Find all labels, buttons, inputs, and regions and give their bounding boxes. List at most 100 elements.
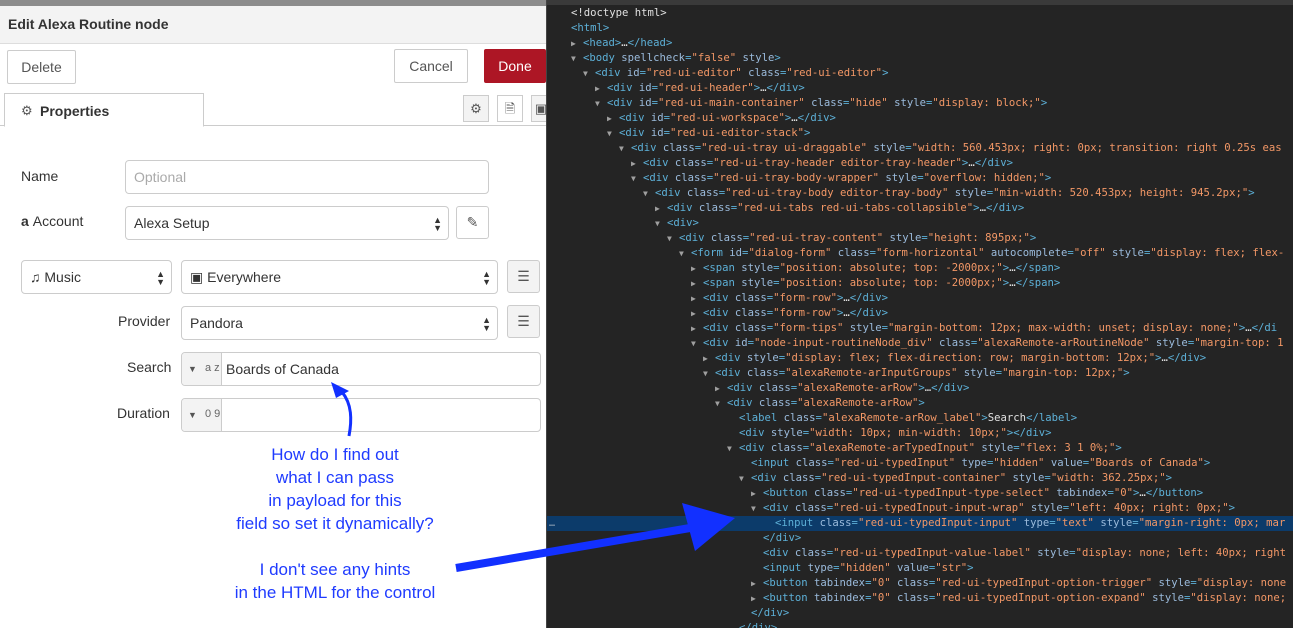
ellipsis-icon[interactable]: … [549, 516, 555, 531]
dom-node-row[interactable]: <input class="red-ui-typedInput" type="h… [547, 456, 1293, 471]
expand-triangle-icon[interactable]: ▶ [691, 321, 703, 336]
dom-node-row[interactable]: ▼ <div class="red-ui-typedInput-container… [547, 471, 1293, 486]
expand-triangle-icon[interactable]: ▶ [751, 486, 763, 501]
device-list-button[interactable]: ☰ [507, 260, 540, 293]
dom-node-row[interactable]: <input type="hidden" value="str"> [547, 561, 1293, 576]
dom-node-row[interactable]: </div> [547, 531, 1293, 546]
expand-triangle-icon[interactable]: ▶ [571, 36, 583, 51]
collapse-triangle-icon[interactable]: ▼ [703, 366, 715, 381]
dom-token: <div [739, 427, 771, 439]
dom-node-row[interactable]: ▼ <form id="dialog-form" class="form-hori… [547, 246, 1293, 261]
collapse-triangle-icon[interactable]: ▼ [631, 171, 643, 186]
collapse-triangle-icon[interactable]: ▼ [691, 336, 703, 351]
cancel-button[interactable]: Cancel [394, 49, 468, 83]
dom-node-row[interactable]: ▶ <div id="red-ui-workspace">…</div> [547, 111, 1293, 126]
collapse-triangle-icon[interactable]: ▼ [727, 441, 739, 456]
search-typed-input[interactable]: ▼ a z Boards of Canada [181, 352, 541, 386]
dom-node-row[interactable]: ▼ <div class="red-ui-tray ui-draggable" s… [547, 141, 1293, 156]
music-type-select[interactable]: ♫ Music ▲ ▼ [21, 260, 172, 294]
dom-node-row[interactable]: ▼ <div class="alexaRemote-arRow"> [547, 396, 1293, 411]
dom-node-row[interactable]: ▶ <div class="red-ui-tray-header editor-t… [547, 156, 1293, 171]
expand-triangle-icon[interactable]: ▶ [691, 306, 703, 321]
duration-typed-input[interactable]: ▼ 0 9 [181, 398, 541, 432]
dom-node-row[interactable]: ▶ <div class="red-ui-tabs red-ui-tabs-col… [547, 201, 1293, 216]
dom-node-row[interactable]: ▶ <span style="position: absolute; top: -… [547, 276, 1293, 291]
dom-node-row[interactable]: <html> [547, 21, 1293, 36]
provider-list-button[interactable]: ☰ [507, 305, 540, 338]
collapse-triangle-icon[interactable]: ▼ [595, 96, 607, 111]
dom-node-row[interactable]: ▶ <head>…</head> [547, 36, 1293, 51]
dom-node-row[interactable]: ▼ <div> [547, 216, 1293, 231]
collapse-triangle-icon[interactable]: ▼ [739, 471, 751, 486]
collapse-triangle-icon[interactable]: ▼ [715, 396, 727, 411]
device-select[interactable]: ▣ Everywhere ▲ ▼ [181, 260, 498, 294]
appearance-tab-icon-button[interactable]: ▣ [531, 95, 546, 122]
expand-triangle-icon[interactable]: ▶ [595, 81, 607, 96]
duration-type-select[interactable]: ▼ 0 9 [182, 399, 222, 431]
collapse-triangle-icon[interactable]: ▼ [619, 141, 631, 156]
settings-tab-icon-button[interactable]: ⚙ [463, 95, 489, 122]
dom-node-row[interactable]: <!doctype html> [547, 6, 1293, 21]
done-button[interactable]: Done [484, 49, 546, 83]
expand-triangle-icon[interactable]: ▶ [691, 276, 703, 291]
delete-button[interactable]: Delete [7, 50, 76, 84]
dom-node-row[interactable]: <div style="width: 10px; min-width: 10px… [547, 426, 1293, 441]
collapse-triangle-icon[interactable]: ▼ [751, 501, 763, 516]
collapse-triangle-icon[interactable]: ▼ [655, 216, 667, 231]
dom-node-row[interactable]: </div> [547, 606, 1293, 621]
annotation-note-line: I don't see any hints [259, 560, 411, 579]
dom-node-row[interactable]: ▼ <div class="red-ui-tray-content" style=… [547, 231, 1293, 246]
expand-triangle-icon[interactable]: ▶ [607, 111, 619, 126]
expand-triangle-icon[interactable]: ▶ [655, 201, 667, 216]
tab-properties[interactable]: ⚙ Properties [4, 93, 204, 127]
dom-node-row[interactable]: ▶ <div class="form-tips" style="margin-bo… [547, 321, 1293, 336]
dom-node-row[interactable]: ▶ <div class="form-row">…</div> [547, 306, 1293, 321]
account-select[interactable]: Alexa Setup ▲ ▼ [125, 206, 449, 240]
expand-triangle-icon[interactable]: ▶ [631, 156, 643, 171]
dom-node-row[interactable]: ▼ <div class="red-ui-typedInput-input-wra… [547, 501, 1293, 516]
dom-node-row[interactable]: ▶ <div id="red-ui-header">…</div> [547, 81, 1293, 96]
dom-node-row[interactable]: ▶ <button tabindex="0" class="red-ui-type… [547, 576, 1293, 591]
collapse-triangle-icon[interactable]: ▼ [571, 51, 583, 66]
annotation-question-line: How do I find out [271, 445, 399, 464]
collapse-triangle-icon[interactable]: ▼ [643, 186, 655, 201]
dom-node-row-selected[interactable]: … <input class="red-ui-typedInput-input"… [547, 516, 1293, 531]
expand-triangle-icon[interactable]: ▶ [751, 591, 763, 606]
search-type-select[interactable]: ▼ a z [182, 353, 222, 385]
collapse-triangle-icon[interactable]: ▼ [583, 66, 595, 81]
expand-triangle-icon[interactable]: ▶ [715, 381, 727, 396]
dom-token: style [741, 262, 774, 274]
dom-node-row[interactable]: <label class="alexaRemote-arRow_label">S… [547, 411, 1293, 426]
dom-node-row[interactable]: ▶ <div class="alexaRemote-arRow">…</div> [547, 381, 1293, 396]
dom-node-row[interactable]: <div class="red-ui-typedInput-value-labe… [547, 546, 1293, 561]
dom-node-row[interactable]: ▼ <div id="red-ui-editor" class="red-ui-e… [547, 66, 1293, 81]
edit-account-button[interactable]: ✎ [456, 206, 489, 239]
dom-token: </div> [985, 202, 1025, 214]
description-tab-icon-button[interactable]: 🗎 [497, 95, 523, 122]
dom-node-row[interactable]: ▶ <div class="form-row">…</div> [547, 291, 1293, 306]
dom-node-row[interactable]: ▶ <span style="position: absolute; top: -… [547, 261, 1293, 276]
dom-node-row[interactable]: ▼ <div id="red-ui-main-container" class="… [547, 96, 1293, 111]
expand-triangle-icon[interactable]: ▶ [751, 576, 763, 591]
dom-node-row[interactable]: ▶ <button tabindex="0" class="red-ui-type… [547, 591, 1293, 606]
collapse-triangle-icon[interactable]: ▼ [667, 231, 679, 246]
dom-node-row[interactable]: ▼ <body spellcheck="false" style> [547, 51, 1293, 66]
dom-node-row[interactable]: ▼ <div class="alexaRemote-arTypedInput" s… [547, 441, 1293, 456]
collapse-triangle-icon[interactable]: ▼ [607, 126, 619, 141]
dom-node-row[interactable]: ▼ <div class="alexaRemote-arInputGroups" … [547, 366, 1293, 381]
expand-triangle-icon[interactable]: ▶ [703, 351, 715, 366]
dom-node-row[interactable]: </div> [547, 621, 1293, 628]
dom-node-row[interactable]: ▼ <div class="red-ui-tray-body-wrapper" s… [547, 171, 1293, 186]
dom-token: <div [703, 337, 735, 349]
dom-node-row[interactable]: ▶ <div style="display: flex; flex-directi… [547, 351, 1293, 366]
dom-token: style [1152, 577, 1191, 589]
provider-select[interactable]: Pandora ▲ ▼ [181, 306, 498, 340]
collapse-triangle-icon[interactable]: ▼ [679, 246, 691, 261]
dom-node-row[interactable]: ▶ <button class="red-ui-typedInput-type-s… [547, 486, 1293, 501]
expand-triangle-icon[interactable]: ▶ [691, 261, 703, 276]
dom-node-row[interactable]: ▼ <div class="red-ui-tray-body editor-tra… [547, 186, 1293, 201]
dom-node-row[interactable]: ▼ <div id="red-ui-editor-stack"> [547, 126, 1293, 141]
name-input[interactable]: Optional [125, 160, 489, 194]
dom-node-row[interactable]: ▼ <div id="node-input-routineNode_div" cl… [547, 336, 1293, 351]
expand-triangle-icon[interactable]: ▶ [691, 291, 703, 306]
